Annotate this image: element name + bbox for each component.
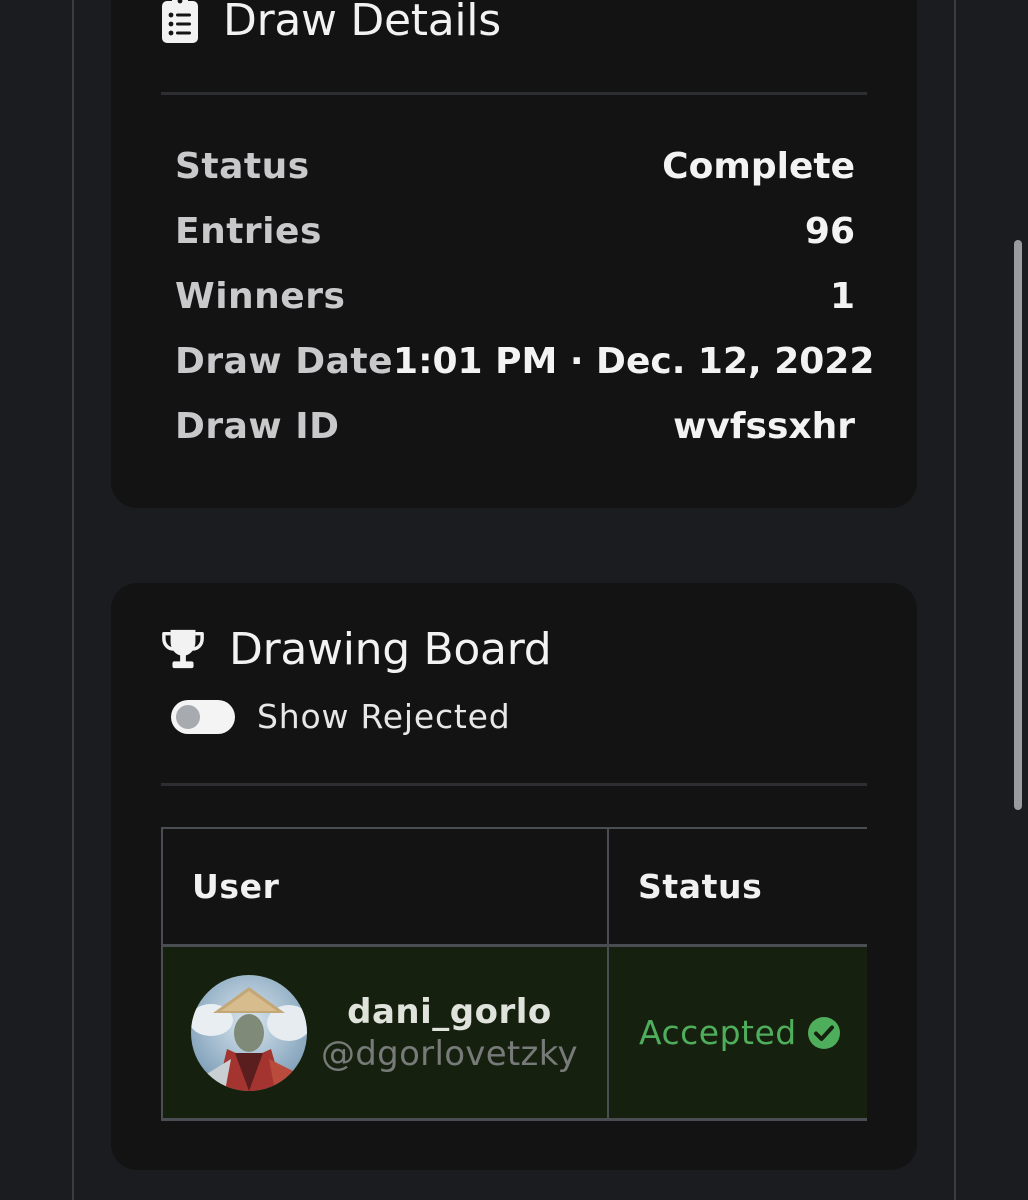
draw-details-card: Draw Details Status Complete Entries 96 … (111, 0, 917, 508)
drawing-board-title: Drawing Board (229, 623, 552, 675)
show-rejected-toggle[interactable] (171, 699, 235, 734)
page: Draw Details Status Complete Entries 96 … (0, 0, 1028, 1200)
detail-value: 1 (829, 276, 855, 317)
column-header-label: User (192, 867, 280, 906)
check-circle-icon (807, 1016, 841, 1050)
trophy-icon (161, 623, 205, 675)
clipboard-list-icon (161, 0, 205, 46)
detail-label: Winners (175, 276, 346, 317)
detail-row-draw-date: Draw Date 1:01 PM · Dec. 12, 2022 (175, 329, 874, 394)
user-display-name[interactable]: dani_gorlo (347, 992, 552, 1032)
status-cell: Accepted (609, 947, 867, 1121)
show-rejected-toggle-row: Show Rejected (171, 697, 511, 736)
drawing-board-header: Drawing Board (161, 623, 552, 675)
detail-value: Complete (662, 146, 855, 187)
column-header-status: Status (609, 829, 867, 947)
avatar[interactable] (191, 974, 307, 1091)
user-cell: dani_gorlo @dgorlovetzky (163, 947, 609, 1121)
column-header-user: User (163, 829, 609, 947)
draw-details-header: Draw Details (161, 0, 501, 46)
table-row: dani_gorlo @dgorlovetzky Accepted (163, 947, 867, 1121)
detail-row-entries: Entries 96 (175, 199, 855, 264)
detail-value: wvfssxhr (673, 406, 855, 447)
status-accepted-label: Accepted (639, 1013, 797, 1052)
detail-label: Status (175, 146, 310, 187)
drawing-board-divider (161, 783, 867, 786)
table-grid: User Status dani_gorlo @dgorlovetzky Acc… (161, 827, 867, 1121)
drawing-board-table: User Status dani_gorlo @dgorlovetzky Acc… (161, 827, 867, 1121)
frame-border-left (72, 0, 74, 1200)
scrollbar-thumb[interactable] (1014, 240, 1022, 810)
detail-row-status: Status Complete (175, 134, 855, 199)
detail-label: Draw ID (175, 406, 340, 447)
table-header-row: User Status (163, 829, 867, 947)
draw-details-divider (161, 92, 867, 95)
user-handle[interactable]: @dgorlovetzky (321, 1034, 578, 1074)
show-rejected-label[interactable]: Show Rejected (257, 697, 511, 736)
detail-value: 96 (804, 211, 855, 252)
frame-border-right (954, 0, 956, 1200)
detail-value: 1:01 PM · Dec. 12, 2022 (393, 341, 875, 382)
column-header-label: Status (638, 867, 763, 906)
detail-row-winners: Winners 1 (175, 264, 855, 329)
detail-label: Draw Date (175, 341, 394, 382)
user-text: dani_gorlo @dgorlovetzky (321, 992, 578, 1074)
draw-details-list: Status Complete Entries 96 Winners 1 Dra… (175, 134, 874, 459)
toggle-knob (176, 704, 200, 729)
detail-row-draw-id: Draw ID wvfssxhr (175, 394, 855, 459)
drawing-board-card: Drawing Board Show Rejected User Status (111, 583, 917, 1170)
detail-label: Entries (175, 211, 322, 252)
draw-details-title: Draw Details (223, 0, 501, 46)
